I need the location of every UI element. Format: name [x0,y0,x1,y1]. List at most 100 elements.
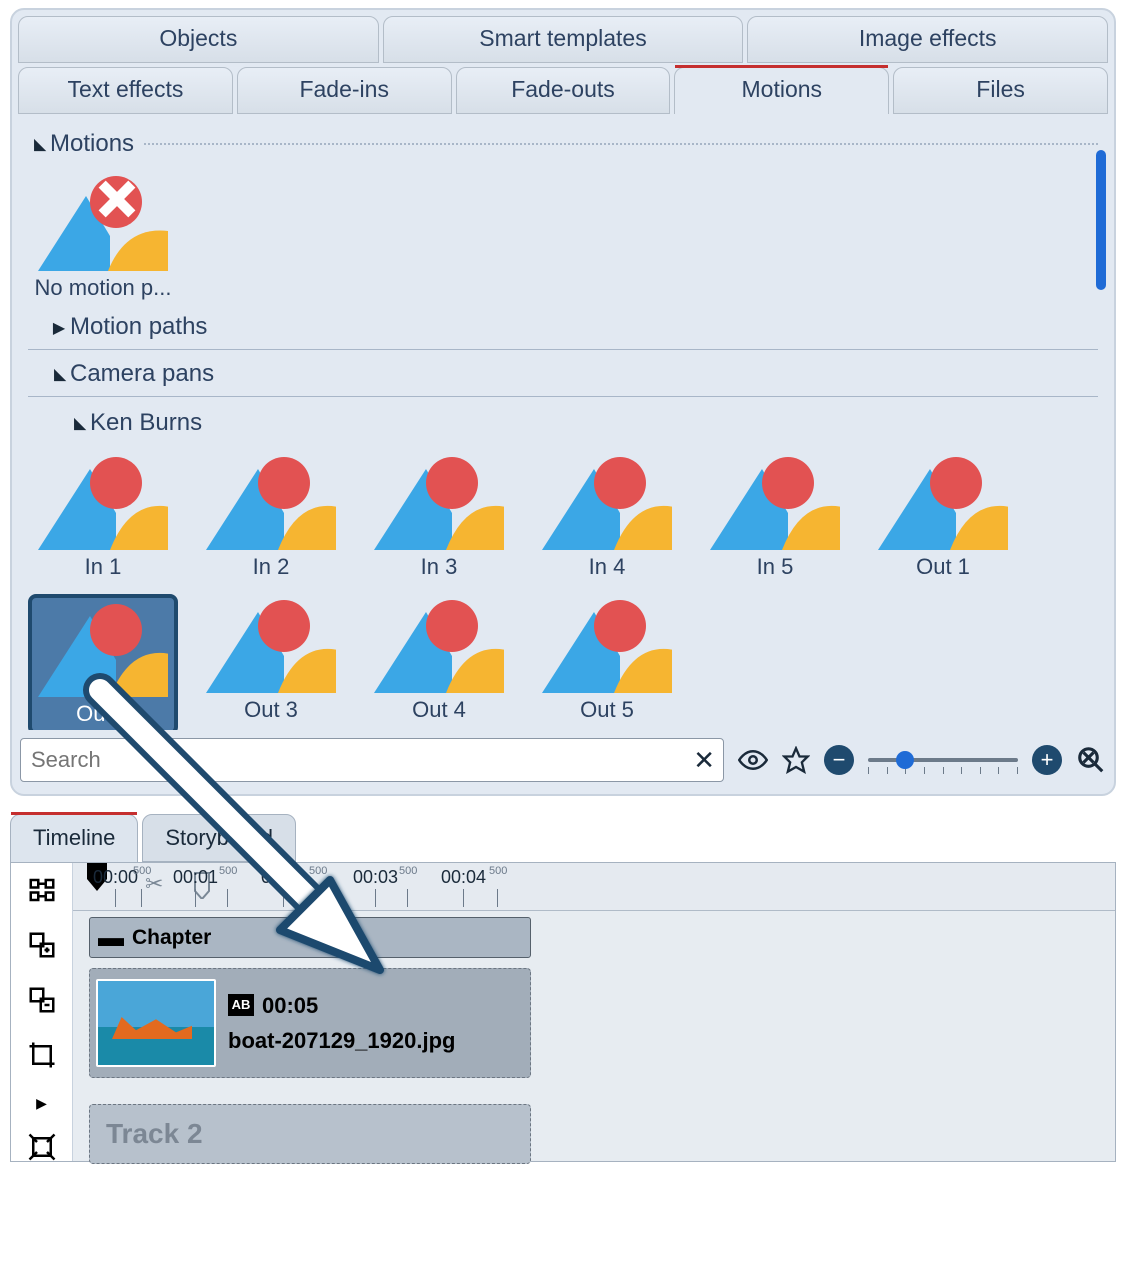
thumb-label: Out 5 [534,697,680,723]
chapter-header[interactable]: ▬ Chapter [89,917,531,958]
section-label: Motion paths [70,313,207,341]
twisty-down-icon [48,363,70,386]
ruler-tick-minor: 500 [399,865,417,877]
tab-row-2: Text effects Fade-ins Fade-outs Motions … [18,67,1108,114]
thumb-in-5[interactable]: In 5 [700,451,850,582]
tool-add-icon[interactable] [27,930,57,965]
thumb-label: Out 4 [366,697,512,723]
thumb-out-1[interactable]: Out 1 [868,451,1018,582]
twisty-down-icon [28,133,50,156]
ruler-tick-major: 00:02 [261,867,306,888]
clip-filename: boat-207129_1920.jpg [228,1023,455,1058]
ruler-tick-major: 00:04 [441,867,486,888]
thumb-label: Out 2 [36,701,170,727]
thumb-in-3[interactable]: In 3 [364,451,514,582]
clip-duration: 00:05 [262,988,318,1023]
thumb-no-motion[interactable]: No motion p... [28,172,178,303]
thumb-label: In 4 [534,554,680,580]
zoom-slider[interactable] [868,745,1018,775]
section-camera-pans[interactable]: Camera pans [28,356,1098,397]
search-input[interactable] [29,746,693,774]
star-icon[interactable] [782,746,810,774]
timeline-body: ✂ 00:0050000:0150000:0250000:0350000:045… [73,863,1115,1161]
tab-fade-outs[interactable]: Fade-outs [456,67,671,114]
tool-split-icon[interactable] [27,875,57,910]
thumb-label: In 2 [198,554,344,580]
clip-thumbnail [96,979,216,1067]
thumb-in-1[interactable]: In 1 [28,451,178,582]
thumb-label: In 1 [30,554,176,580]
motions-browser: Motions No motion p... Motion paths [18,120,1108,730]
ruler-tick-minor: 500 [219,865,237,877]
ruler-tick-minor: 500 [309,865,327,877]
timeline-panel: Timeline Storyboard ▶ ✂ 00:0050000:01500… [10,814,1116,1162]
search-box: ✕ [20,738,724,782]
timeline-tool-column: ▶ [11,863,73,1161]
zoom-out-button[interactable]: − [824,745,854,775]
section-motions[interactable]: Motions [28,126,1098,162]
ruler-tick-major: 00:00 [93,867,138,888]
ruler-tick-major: 00:03 [353,867,398,888]
section-label: Motions [50,130,134,158]
motion-icon [542,455,672,550]
thumb-in-2[interactable]: In 2 [196,451,346,582]
eye-icon[interactable] [738,745,768,775]
tab-fade-ins[interactable]: Fade-ins [237,67,452,114]
motion-icon [878,455,1008,550]
ken-burns-grid: In 1 In 2 In 3 In 4 In 5 Out 1 Out 2 Out… [28,441,1098,730]
effects-panel: Objects Smart templates Image effects Te… [10,8,1116,796]
thumb-out-5[interactable]: Out 5 [532,594,682,730]
thumb-label: No motion p... [30,275,176,301]
ruler-tick-minor: 500 [489,865,507,877]
section-label: Ken Burns [90,409,202,437]
motion-icon [374,598,504,693]
ab-badge-icon: AB [228,994,254,1016]
tool-fit-icon[interactable] [27,1132,57,1167]
tab-objects[interactable]: Objects [18,16,379,63]
vertical-scrollbar[interactable] [1094,130,1106,720]
clip-info: AB 00:05 boat-207129_1920.jpg [228,988,455,1058]
thumb-out-3[interactable]: Out 3 [196,594,346,730]
track-2-placeholder[interactable]: Track 2 [89,1104,531,1164]
tool-crop-icon[interactable] [27,1040,57,1075]
motion-icon [206,598,336,693]
thumb-out-4[interactable]: Out 4 [364,594,514,730]
tool-play-small-icon[interactable]: ▶ [36,1095,47,1112]
twisty-right-icon [48,316,70,339]
motion-icon [710,455,840,550]
thumb-label: Out 1 [870,554,1016,580]
thumb-label: Out 3 [198,697,344,723]
no-motion-icon [38,176,168,271]
ruler-tick-minor: 500 [133,865,151,877]
time-ruler[interactable]: ✂ 00:0050000:0150000:0250000:0350000:045… [73,863,1115,911]
tool-remove-icon[interactable] [27,985,57,1020]
section-label: Camera pans [70,360,214,388]
thumb-label: In 3 [366,554,512,580]
browser-toolbar: ✕ − + [20,738,1106,782]
clip-block[interactable]: AB 00:05 boat-207129_1920.jpg [89,968,531,1078]
tab-smart-templates[interactable]: Smart templates [383,16,744,63]
timeline-area: ▶ ✂ 00:0050000:0150000:0250000:0350000:0… [10,862,1116,1162]
tab-storyboard[interactable]: Storyboard [142,814,296,862]
lower-tab-row: Timeline Storyboard [10,814,1116,862]
section-ken-burns[interactable]: Ken Burns [28,405,1098,441]
clear-search-icon[interactable]: ✕ [693,745,715,776]
thumb-in-4[interactable]: In 4 [532,451,682,582]
ruler-tick-major: 00:01 [173,867,218,888]
minus-icon: ▬ [98,922,124,953]
tab-files[interactable]: Files [893,67,1108,114]
tab-image-effects[interactable]: Image effects [747,16,1108,63]
tab-row-1: Objects Smart templates Image effects [18,16,1108,63]
chapter-label: Chapter [132,926,211,950]
motion-icon [542,598,672,693]
tab-motions[interactable]: Motions [674,67,889,114]
motion-icon [374,455,504,550]
motion-icon [38,602,168,697]
twisty-down-icon [68,412,90,435]
tab-text-effects[interactable]: Text effects [18,67,233,114]
tab-timeline[interactable]: Timeline [10,814,138,862]
thumb-out-2[interactable]: Out 2 [28,594,178,730]
zoom-reset-icon[interactable] [1076,745,1106,775]
section-motion-paths[interactable]: Motion paths [28,309,1098,350]
zoom-in-button[interactable]: + [1032,745,1062,775]
